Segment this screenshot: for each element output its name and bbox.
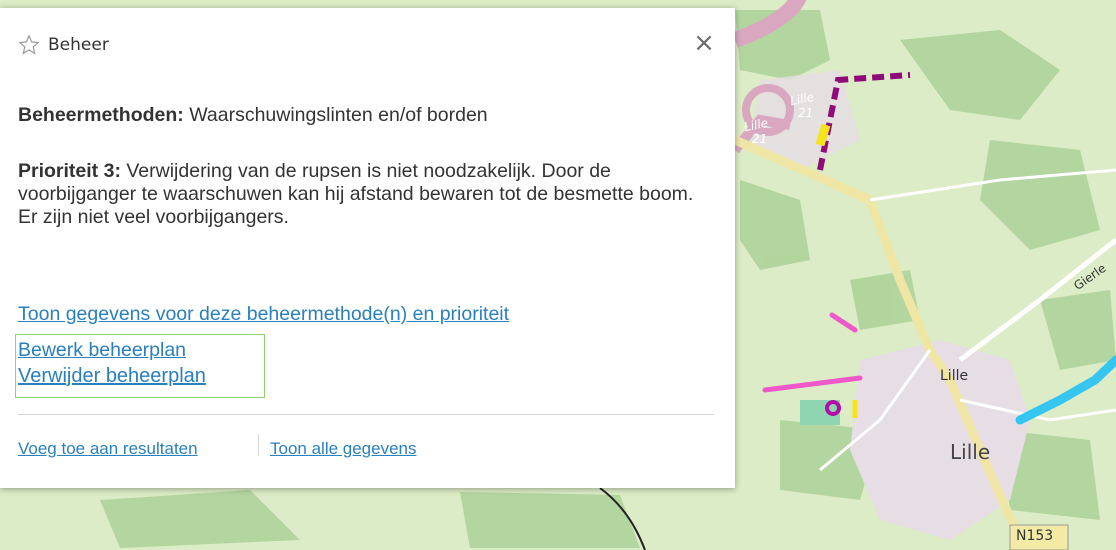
map-label-n153: N153 [1016, 528, 1054, 544]
priority-label: Prioriteit 3: [18, 160, 121, 182]
star-icon[interactable] [18, 34, 40, 56]
map-label-lille-large: Lille [950, 440, 991, 464]
show-all-data-link[interactable]: Toon alle gegevens [270, 439, 417, 459]
show-data-link[interactable]: Toon gegevens voor deze beheermethode(n)… [18, 303, 509, 326]
methods-paragraph: Beheermethoden: Waarschuwingslinten en/o… [18, 104, 708, 127]
map-label-lille-21-left-num: 21 [752, 132, 768, 146]
priority-paragraph: Prioriteit 3: Verwijdering van de rupsen… [18, 160, 708, 229]
popup-title: Beheer [48, 35, 109, 55]
close-icon[interactable]: × [689, 28, 719, 58]
yellow-segment [815, 123, 831, 147]
popup-header: Beheer [18, 34, 109, 56]
delete-plan-link[interactable]: Verwijder beheerplan [18, 365, 206, 388]
footer-separator [258, 434, 259, 456]
popup-divider [18, 414, 714, 415]
map-label-lille-small: Lille [940, 368, 969, 384]
edit-plan-link[interactable]: Bewerk beheerplan [18, 339, 186, 362]
methods-label: Beheermethoden: [18, 104, 184, 126]
info-popup: Beheer × Beheermethoden: Waarschuwingsli… [0, 8, 735, 488]
methods-value: Waarschuwingslinten en/of borden [189, 104, 488, 126]
add-to-results-link[interactable]: Voeg toe aan resultaten [18, 439, 198, 459]
map-label-lille-21-top-num: 21 [798, 106, 814, 120]
